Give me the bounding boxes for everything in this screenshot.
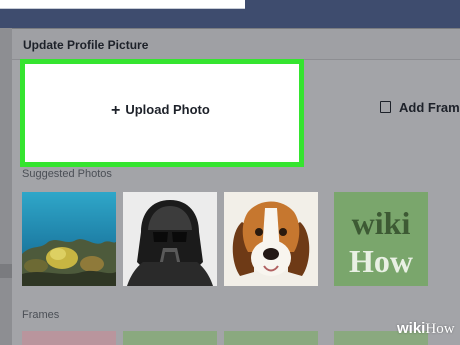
search-bar[interactable]: [0, 0, 245, 9]
frames-label: Frames: [22, 309, 60, 321]
dialog-title: Update Profile Picture: [23, 38, 149, 52]
darth-vader-image: [123, 192, 217, 286]
background-page: [0, 28, 12, 345]
coral-reef-image: [22, 192, 116, 286]
frame-option-3[interactable]: [224, 331, 318, 345]
suggested-photos-label: Suggested Photos: [22, 168, 112, 180]
wikihow-logo-line2: How: [349, 243, 413, 279]
beagle-image: [224, 192, 318, 286]
suggested-photo-darth-vader[interactable]: [123, 192, 217, 286]
suggested-photo-beagle[interactable]: [224, 192, 318, 286]
frame-option-2[interactable]: [123, 331, 217, 345]
add-frame-label: Add Fram: [399, 100, 460, 115]
upload-photo-highlight[interactable]: + Upload Photo: [20, 59, 304, 167]
facebook-topbar: [0, 0, 460, 28]
background-text: [0, 264, 12, 278]
add-frame-button[interactable]: Add Fram: [380, 100, 460, 115]
watermark-bold: wiki: [397, 320, 426, 337]
frame-icon: [380, 101, 391, 113]
frame-option-1[interactable]: [22, 331, 116, 345]
update-profile-picture-dialog: Update Profile Picture + Upload Photo Add…: [12, 29, 460, 345]
wikihow-logo-image: wiki How: [334, 192, 428, 286]
upload-photo-label: Upload Photo: [125, 102, 210, 117]
wikihow-watermark: wikiHow: [397, 320, 455, 338]
suggested-photo-wikihow[interactable]: wiki How: [334, 192, 428, 286]
watermark-light: How: [425, 321, 455, 337]
dialog-header: Update Profile Picture: [12, 29, 460, 60]
upload-photo-button[interactable]: + Upload Photo: [111, 102, 210, 120]
wikihow-logo-line1: wiki: [352, 205, 411, 241]
plus-icon: +: [111, 102, 121, 119]
suggested-photo-coral-reef[interactable]: [22, 192, 116, 286]
